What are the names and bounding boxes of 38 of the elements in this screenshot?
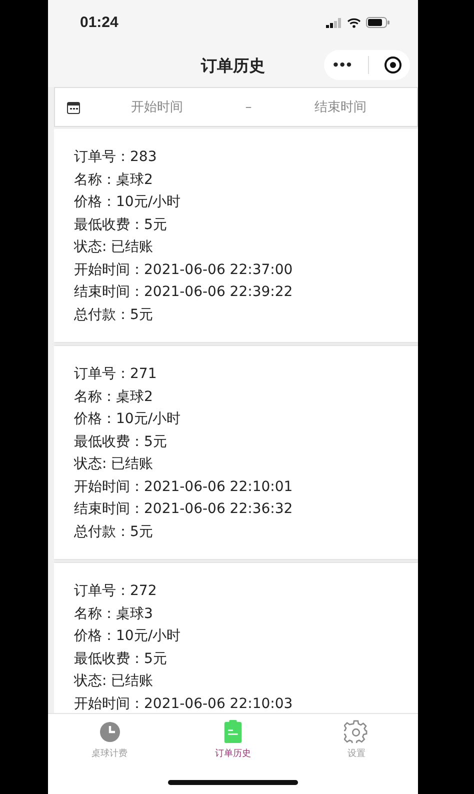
order-detail: 总付款：5元 (74, 522, 154, 542)
end-time-field[interactable]: 结束时间 (264, 98, 417, 116)
order-detail: 开始时间：2021-06-06 22:37:00 (74, 260, 294, 280)
order-detail: 状态: 已结账 (74, 455, 154, 474)
order-detail: 开始时间：2021-06-06 22:10:01 (74, 478, 294, 496)
tab[interactable]: 桌球计费 (48, 720, 172, 760)
start-time-field[interactable]: 开始时间 (80, 98, 234, 116)
order-detail: 订单号：271 (74, 365, 158, 384)
calendar-icon (67, 100, 80, 114)
order-detail: 最低收费：5元 (74, 650, 168, 668)
order-detail: 状态: 已结账 (74, 238, 154, 257)
order-detail: 价格：10元/小时 (74, 627, 182, 646)
more-button[interactable]: ••• (332, 58, 352, 72)
order-detail: 名称：桌球2 (74, 388, 154, 406)
tab[interactable]: 订单历史 (171, 720, 295, 760)
settings-icon (344, 720, 368, 743)
order-detail: 最低收费：5元 (74, 216, 168, 234)
order-detail: 价格：10元/小时 (74, 410, 182, 429)
order-detail: 状态: 已结账 (74, 672, 154, 691)
order-detail: 结束时间：2021-06-06 22:36:32 (74, 500, 294, 519)
order-detail: 开始时间：2021-06-06 22:10:03 (74, 694, 294, 713)
wifi-icon (347, 18, 361, 28)
order-detail: 名称：桌球3 (74, 604, 154, 624)
page-title: 订单历史 (201, 56, 265, 76)
clipboard-icon (224, 720, 242, 743)
clock-icon (98, 721, 121, 743)
signal-icon (326, 18, 342, 28)
order-detail: 订单号：283 (74, 148, 158, 167)
status-time: 01:24 (80, 14, 118, 31)
tab[interactable]: 设置 (294, 720, 418, 760)
order-detail: 结束时间：2021-06-06 22:39:22 (74, 283, 294, 302)
order-detail: 订单号：272 (74, 582, 158, 601)
order-detail: 总付款：5元 (74, 306, 154, 324)
battery-icon (366, 17, 390, 28)
order-detail: 名称：桌球2 (74, 170, 154, 190)
range-separator: – (244, 100, 253, 114)
order-detail: 最低收费：5元 (74, 432, 168, 452)
order-detail: 价格：10元/小时 (74, 193, 182, 212)
